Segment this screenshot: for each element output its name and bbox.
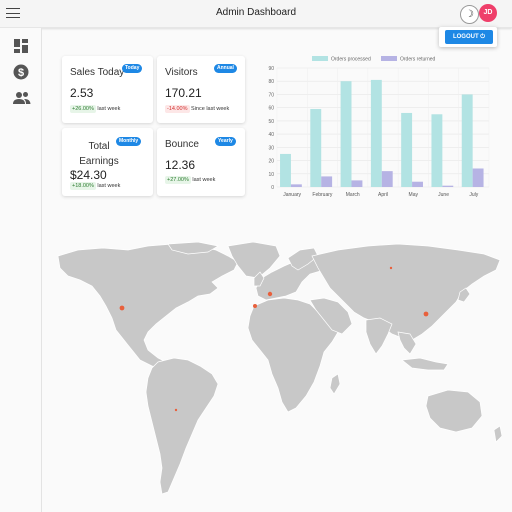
bar-orders-processed xyxy=(461,94,473,187)
y-tick-label: 30 xyxy=(268,145,274,151)
map-marker xyxy=(423,311,429,317)
map-marker xyxy=(119,305,125,311)
bar-orders-processed xyxy=(340,81,352,187)
users-icon[interactable] xyxy=(13,90,31,106)
x-tick-label: February xyxy=(312,192,333,198)
y-tick-label: 0 xyxy=(271,185,274,191)
sales-today-card: Sales Today Today 2.53 +26.00% last week xyxy=(62,56,153,123)
card-value: 170.21 xyxy=(165,86,202,100)
y-tick-label: 10 xyxy=(268,172,274,178)
card-change-row: -14.00% Since last week xyxy=(165,105,230,113)
card-change-text: last week xyxy=(97,106,121,112)
card-value: 12.36 xyxy=(165,158,196,172)
x-tick-label: March xyxy=(346,192,360,198)
legend-label: Orders processed xyxy=(331,57,371,63)
bar-orders-returned xyxy=(472,168,484,187)
card-value: $24.30 xyxy=(70,168,107,182)
avatar[interactable]: JD xyxy=(479,4,497,22)
australia xyxy=(425,389,483,433)
y-tick-label: 90 xyxy=(268,66,274,72)
svg-text:$: $ xyxy=(18,67,24,79)
card-badge: Monthly xyxy=(116,137,142,146)
logout-label: LOGOUT xyxy=(452,34,479,40)
x-tick-label: January xyxy=(283,192,301,198)
bar-orders-returned xyxy=(381,171,393,187)
bar-orders-returned xyxy=(321,176,333,187)
card-change: +27.00% xyxy=(165,176,191,184)
madagascar xyxy=(329,373,341,395)
sidebar: $ xyxy=(0,28,42,512)
y-tick-label: 20 xyxy=(268,159,274,165)
card-change: +18.00% xyxy=(70,182,96,190)
logout-button[interactable]: LOGOUT ⏻ xyxy=(445,30,493,44)
map-marker xyxy=(253,304,257,308)
dollar-icon[interactable]: $ xyxy=(13,64,29,80)
card-change: +26.00% xyxy=(70,105,96,113)
north-america xyxy=(57,243,239,371)
bar-orders-processed xyxy=(370,79,382,187)
y-tick-label: 50 xyxy=(268,119,274,125)
card-value: 2.53 xyxy=(70,86,94,100)
visitors-card: Visitors Annual 170.21 -14.00% Since las… xyxy=(157,56,245,123)
y-tick-label: 40 xyxy=(268,132,274,138)
card-change-text: Since last week xyxy=(191,106,230,112)
card-badge: Annual xyxy=(214,64,237,73)
x-tick-label: June xyxy=(438,192,449,198)
bar-orders-returned xyxy=(351,180,363,187)
south-america xyxy=(145,357,219,495)
card-badge: Yearly xyxy=(215,137,236,146)
moon-icon[interactable]: ☽ xyxy=(460,5,479,24)
y-tick-label: 60 xyxy=(268,106,274,112)
x-tick-label: July xyxy=(469,192,478,198)
orders-bar-chart: 0 10 20 30 40 50 60 70 80 90 January February March A… xyxy=(268,56,490,198)
world-map xyxy=(57,242,503,495)
map-marker xyxy=(389,266,393,270)
card-change-row: +27.00% last week xyxy=(165,176,216,184)
card-title: Bounce xyxy=(165,139,199,150)
y-tick-label: 70 xyxy=(268,92,274,98)
top-app-bar: Admin Dashboard ☽ JD xyxy=(0,0,512,28)
bar-orders-processed xyxy=(431,114,443,187)
card-title: Sales Today xyxy=(70,67,125,78)
y-tick-label: 80 xyxy=(268,79,274,85)
legend-swatch xyxy=(381,56,397,61)
map-marker xyxy=(174,408,178,412)
card-badge: Today xyxy=(122,64,143,73)
power-icon: ⏻ xyxy=(480,34,486,40)
card-change: -14.00% xyxy=(165,105,190,113)
map-marker xyxy=(267,291,273,297)
bar-orders-processed xyxy=(310,108,322,187)
bar-orders-processed xyxy=(280,153,291,187)
india xyxy=(365,317,393,355)
x-tick-label: April xyxy=(378,192,388,198)
card-change-row: +26.00% last week xyxy=(70,105,121,113)
bar-orders-returned xyxy=(290,184,302,187)
account-menu: LOGOUT ⏻ xyxy=(439,27,497,47)
card-change-text: last week xyxy=(192,177,216,183)
card-change-text: last week xyxy=(97,183,121,189)
legend-swatch xyxy=(312,56,328,61)
page-title: Admin Dashboard xyxy=(215,7,297,18)
total-earnings-card: Total Earnings Monthly $24.30 +18.00% la… xyxy=(62,128,153,196)
dashboard-icon[interactable] xyxy=(13,38,29,54)
indonesia xyxy=(401,357,449,371)
legend-label: Orders returned xyxy=(400,57,436,63)
card-change-row: +18.00% last week xyxy=(70,182,121,190)
bar-orders-returned xyxy=(442,185,454,187)
bar-orders-returned xyxy=(412,181,423,187)
new-zealand xyxy=(493,425,503,443)
card-title: Visitors xyxy=(165,67,198,78)
x-tick-label: May xyxy=(409,192,419,198)
bounce-card: Bounce Yearly 12.36 +27.00% last week xyxy=(157,128,245,196)
bar-orders-processed xyxy=(401,112,413,187)
